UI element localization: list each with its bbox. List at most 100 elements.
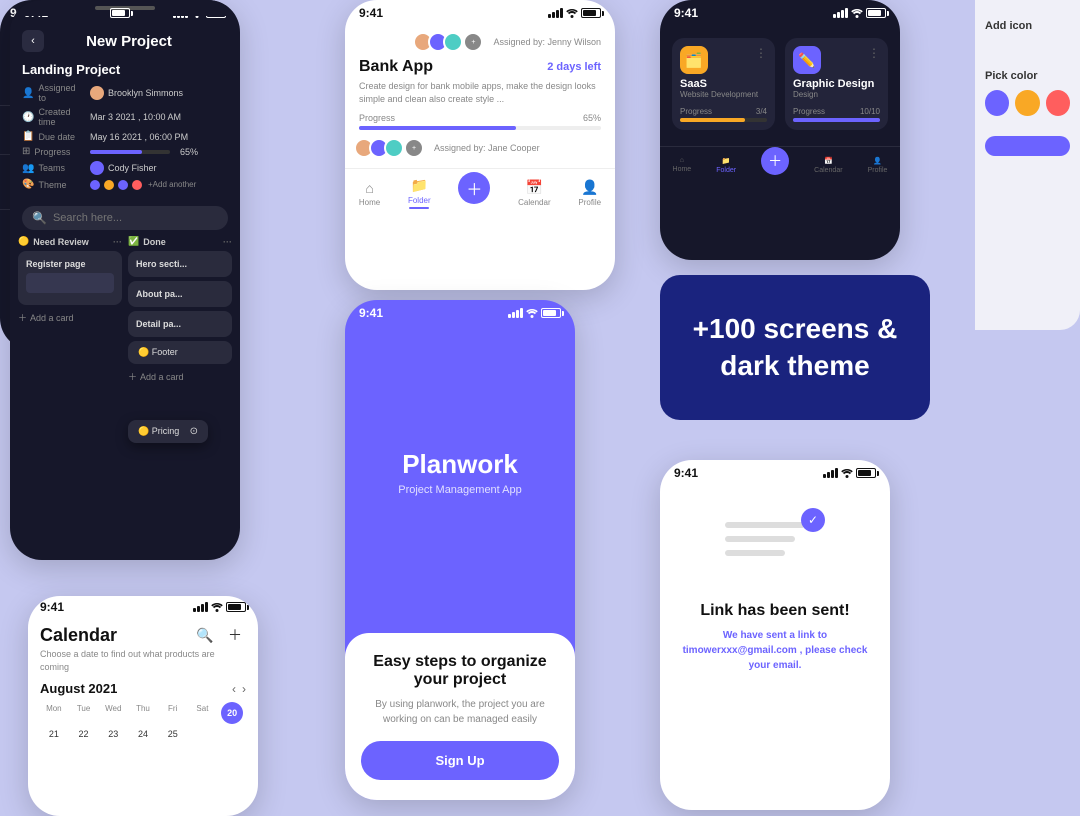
folder-icon-2: 📁 <box>411 177 428 194</box>
nav-profile-2[interactable]: 👤 Profile <box>578 179 601 207</box>
calendar-description: Choose a date to find out what products … <box>40 648 246 673</box>
signup-button[interactable]: Sign Up <box>361 741 559 780</box>
link-sent-title: Link has been sent! <box>676 602 874 620</box>
p3-nav-calendar[interactable]: 📅 Calendar <box>814 157 842 174</box>
p3-nav-add-btn[interactable]: ＋ <box>761 147 789 175</box>
calendar-search-btn[interactable]: 🔍 <box>194 624 216 646</box>
status-bar-5: 9:41 <box>660 460 890 482</box>
design-icon: ✏️ <box>793 46 821 74</box>
color-orange[interactable] <box>1015 90 1039 116</box>
calendar-header: Calendar 🔍 ＋ <box>40 624 246 646</box>
footer-card: 🟡 Footer <box>128 341 232 364</box>
search-icon-1: 🔍 <box>32 211 47 225</box>
bank-description: Create design for bank mobile apps, make… <box>359 80 601 105</box>
calendar-add-btn[interactable]: ＋ <box>224 624 246 646</box>
saas-card: ⋮ 🗂️ SaaS Website Development Progress 3… <box>672 38 775 130</box>
signal-icons-2 <box>548 8 601 18</box>
bank-title: Bank App <box>359 58 433 76</box>
p3-nav-profile[interactable]: 👤 Profile <box>868 157 888 174</box>
link-sent-description: We have sent a link to timowerxxx@gmail.… <box>676 628 874 673</box>
search-input-1[interactable] <box>53 212 218 224</box>
phone1-header: ‹ New Project <box>10 22 240 56</box>
link-sent-content: ✓ Link has been sent! We have sent a lin… <box>660 482 890 693</box>
phone1-title: New Project <box>52 33 228 50</box>
kanban-col-done: ✅ Done ··· Hero secti... About pa... Det… <box>128 236 232 385</box>
calendar-day-23[interactable]: 23 <box>99 726 127 742</box>
kanban-col-review: 🟡 Need Review ··· Register page ＋ Add a … <box>18 236 122 385</box>
bank-assigned-2: + Assigned by: Jane Cooper <box>359 138 601 158</box>
nav-folder-2[interactable]: 📁 Folder <box>408 177 431 209</box>
p3-folder-icon: 📁 <box>722 157 731 165</box>
p3-nav: ⌂ Home 📁 Folder ＋ 📅 Calendar 👤 Profile <box>660 146 900 179</box>
saas-icon: 🗂️ <box>680 46 708 74</box>
calendar-next-btn[interactable]: › <box>242 682 246 696</box>
status-bar-6: 9:41 <box>28 596 258 616</box>
purple-button[interactable] <box>985 136 1070 156</box>
col-review-header: 🟡 Need Review ··· <box>18 236 122 247</box>
calendar-day-21[interactable]: 21 <box>40 726 68 742</box>
bank-progress-row: Progress 65% <box>359 113 601 123</box>
kanban-card-about: About pa... <box>128 281 232 307</box>
nav-add-btn-2[interactable]: ＋ <box>458 172 490 204</box>
bank-progress-fill <box>359 126 516 130</box>
status-bar-2: 9:41 <box>345 0 615 22</box>
nav-calendar-2[interactable]: 📅 Calendar <box>518 179 550 207</box>
back-button-1[interactable]: ‹ <box>22 30 44 52</box>
planwork-sub: Project Management App <box>398 484 522 496</box>
color-picker-row <box>985 90 1070 116</box>
field-created-time: 🕐 Created time Mar 3 2021 , 10:00 AM <box>22 107 228 127</box>
p3-content: ⋮ 🗂️ SaaS Website Development Progress 3… <box>660 22 900 138</box>
calendar-prev-btn[interactable]: ‹ <box>232 682 236 696</box>
check-icon: ✓ <box>801 508 825 532</box>
saas-more-btn[interactable]: ⋮ <box>755 46 767 60</box>
p3-home-icon: ⌂ <box>680 157 684 164</box>
kanban-area: 🟡 Need Review ··· Register page ＋ Add a … <box>10 236 240 385</box>
planwork-card-desc: By using planwork, the project you are w… <box>361 697 559 727</box>
kanban-card-register: Register page <box>18 251 122 305</box>
color-red[interactable] <box>1046 90 1070 116</box>
nav-home-2[interactable]: ⌂ Home <box>359 180 380 207</box>
card-100-text: +100 screens & dark theme <box>693 311 898 384</box>
add-card-btn-1[interactable]: ＋ Add a card <box>18 309 122 326</box>
field-theme: 🎨 Theme +Add another <box>22 179 228 190</box>
field-progress: ⊞ Progress 65% <box>22 146 228 157</box>
check-illustration: ✓ <box>725 512 825 582</box>
bank-progress-track <box>359 126 601 130</box>
status-bar-4: 9:41 <box>345 300 575 322</box>
calendar-title: Calendar <box>40 625 117 646</box>
calendar-content: Calendar 🔍 ＋ Choose a date to find out w… <box>28 616 258 750</box>
phone-new-project: 9:41 ‹ New Project Landing Project 👤 Ass… <box>10 0 240 560</box>
planwork-card-title: Easy steps to organize your project <box>361 653 559 689</box>
p3-nav-folder[interactable]: 📁 Folder <box>716 157 736 174</box>
assigned-by-text: Assigned by: Jenny Wilson <box>493 37 601 47</box>
status-time-5: 9:41 <box>674 466 698 480</box>
field-due-date: 📋 Due date May 16 2021 , 06:00 PM <box>22 131 228 142</box>
calendar-icon-2: 📅 <box>526 179 543 196</box>
col-done-header: ✅ Done ··· <box>128 236 232 247</box>
add-card-btn-2[interactable]: ＋ Add a card <box>128 368 232 385</box>
project-title: Landing Project <box>22 62 228 77</box>
card-100-screens: +100 screens & dark theme <box>660 275 930 420</box>
p3-nav-home[interactable]: ⌂ Home <box>673 157 692 173</box>
calendar-day-20[interactable]: 20 <box>221 702 243 724</box>
calendar-icons: 🔍 ＋ <box>194 624 246 646</box>
kanban-card-detail: Detail pa... <box>128 311 232 337</box>
phone-bank-app: 9:41 + Assigned by: Jenny Wilson Bank Ap… <box>345 0 615 290</box>
color-blue[interactable] <box>985 90 1009 116</box>
add-icon-label: Add icon <box>985 20 1070 32</box>
profile-icon-2: 👤 <box>581 179 598 196</box>
calendar-day-24[interactable]: 24 <box>129 726 157 742</box>
calendar-month-row: August 2021 ‹ › <box>40 681 246 696</box>
kanban-card-hero: Hero secti... <box>128 251 232 277</box>
avatar-group: + <box>418 32 483 52</box>
dragging-card-pricing: 🟡 Pricing ⊙ <box>128 420 208 443</box>
calendar-month: August 2021 <box>40 681 117 696</box>
calendar-day-22[interactable]: 22 <box>70 726 98 742</box>
status-time-4: 9:41 <box>359 306 383 320</box>
design-more-btn[interactable]: ⋮ <box>868 46 880 60</box>
calendar-day-25[interactable]: 25 <box>159 726 187 742</box>
search-bar-1[interactable]: 🔍 <box>22 206 228 230</box>
status-bar-3: 9:41 <box>660 0 900 22</box>
p3-cards: ⋮ 🗂️ SaaS Website Development Progress 3… <box>672 38 888 130</box>
calendar-nav: ‹ › <box>232 682 246 696</box>
